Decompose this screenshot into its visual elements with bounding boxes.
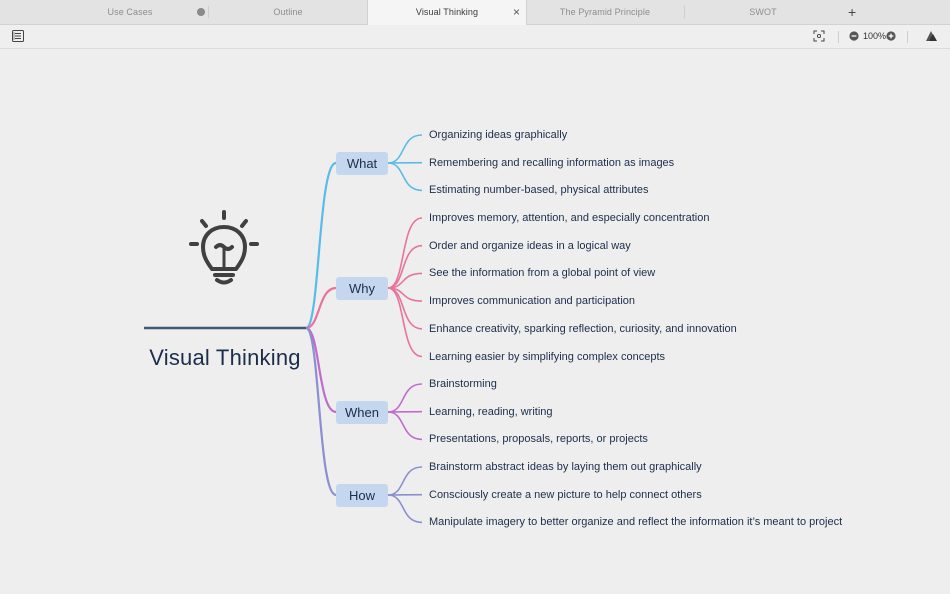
toolbar: 100% (0, 25, 950, 49)
zoom-in-icon[interactable] (886, 31, 896, 41)
outline-view-icon[interactable] (12, 30, 24, 42)
toolbar-divider (838, 31, 839, 43)
subtopic[interactable]: Presentations, proposals, reports, or pr… (429, 432, 648, 446)
format-panel-icon[interactable] (924, 29, 938, 43)
subtopic[interactable]: Consciously create a new picture to help… (429, 488, 702, 502)
branch-topic-0[interactable]: What (336, 151, 388, 175)
subtopic[interactable]: Estimating number-based, physical attrib… (429, 183, 649, 197)
tab-label: Visual Thinking (415, 7, 479, 17)
lightbulb-icon (189, 210, 259, 285)
branch-connector (305, 326, 337, 414)
leaf-connector (387, 287, 423, 330)
zoom-out-icon[interactable] (849, 31, 859, 41)
tab-swot[interactable]: SWOT (686, 0, 840, 24)
subtopic[interactable]: Order and organize ideas in a logical wa… (429, 239, 631, 253)
central-topic[interactable]: Visual Thinking (146, 345, 304, 371)
tab-visual-thinking[interactable]: Visual Thinking (367, 0, 527, 25)
subtopic[interactable]: Organizing ideas graphically (429, 128, 567, 142)
tab-label: Outline (273, 7, 303, 17)
subtopic[interactable]: Enhance creativity, sparking reflection,… (429, 322, 737, 336)
tab-label: SWOT (749, 7, 777, 17)
close-tab-icon[interactable]: × (513, 0, 520, 24)
branch-topic-2[interactable]: When (336, 400, 388, 424)
subtopic[interactable]: Improves memory, attention, and especial… (429, 211, 709, 225)
leaf-connector (387, 287, 423, 358)
leaf-connector (387, 162, 423, 192)
subtopic[interactable]: Learning easier by simplifying complex c… (429, 350, 665, 364)
tab-divider (208, 6, 209, 18)
leaf-connector (387, 217, 423, 289)
tab-outline[interactable]: Outline (210, 0, 366, 24)
fit-to-screen-icon[interactable] (813, 30, 825, 42)
subtopic[interactable]: Improves communication and participation (429, 294, 635, 308)
subtopic[interactable]: Brainstorming (429, 377, 497, 391)
subtopic[interactable]: Remembering and recalling information as… (429, 156, 674, 170)
new-tab-plus-icon[interactable]: + (848, 0, 856, 24)
subtopic[interactable]: Manipulate imagery to better organize an… (429, 515, 842, 529)
tab-divider (684, 6, 685, 18)
tab-label: The Pyramid Principle (559, 7, 651, 17)
mind-map-canvas[interactable]: Visual Thinking What Organizing ideas gra… (0, 49, 950, 594)
subtopic[interactable]: Brainstorm abstract ideas by laying them… (429, 460, 702, 474)
unsaved-dot-icon[interactable] (197, 8, 205, 16)
leaf-connector (387, 244, 423, 289)
leaf-connector (387, 134, 423, 164)
leaf-connector (387, 466, 423, 496)
toolbar-divider (907, 31, 908, 43)
branch-connector (304, 326, 337, 497)
leaf-connector (387, 411, 423, 441)
subtopic[interactable]: Learning, reading, writing (429, 405, 553, 419)
subtopic[interactable]: See the information from a global point … (429, 266, 655, 280)
leaf-connector (387, 383, 423, 413)
leaf-connector (387, 494, 423, 524)
tab-use-cases[interactable]: Use Cases (60, 0, 200, 24)
tab-pyramid-principle[interactable]: The Pyramid Principle (527, 0, 683, 24)
zoom-level: 100% (863, 31, 887, 41)
branch-topic-1[interactable]: Why (336, 276, 388, 300)
tab-label: Use Cases (107, 7, 153, 17)
branch-topic-3[interactable]: How (336, 483, 388, 507)
tab-bar: Use Cases Outline Visual Thinking × The … (0, 0, 950, 25)
